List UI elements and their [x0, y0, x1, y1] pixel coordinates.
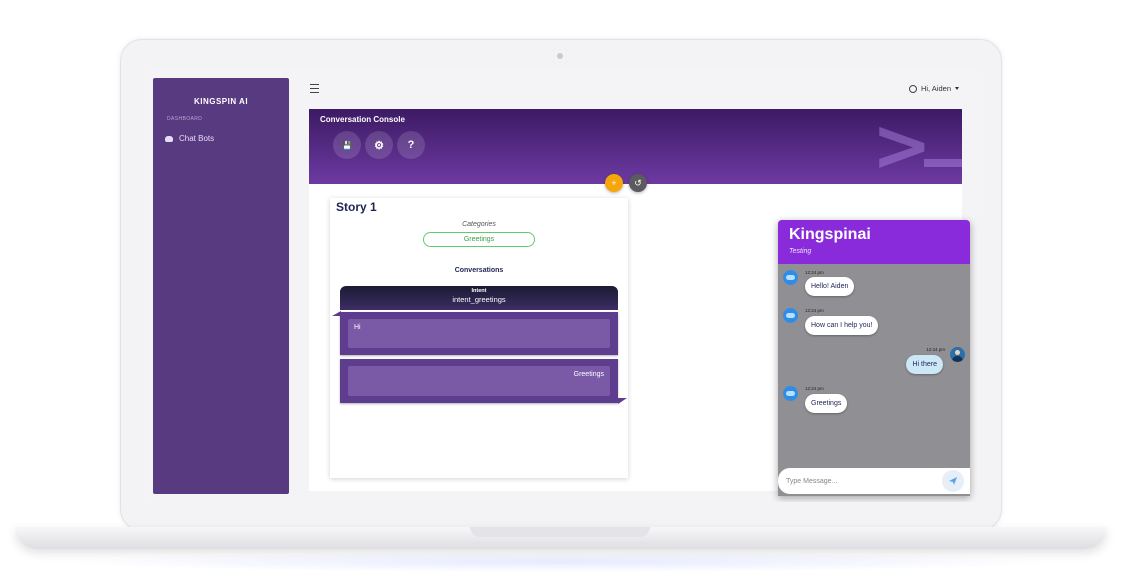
- sidebar-item-chat-bots[interactable]: Chat Bots: [165, 134, 214, 143]
- message-time: 12:24 pm: [805, 308, 824, 313]
- intent-key: Intent: [471, 288, 487, 294]
- help-icon: ?: [407, 139, 415, 151]
- chat-message: Hi there: [906, 355, 943, 374]
- add-button[interactable]: +: [605, 174, 623, 192]
- chat-message: Hello! Aiden: [805, 277, 855, 296]
- bot-message-block[interactable]: Greetings: [340, 359, 618, 403]
- bot-avatar-icon: [783, 308, 798, 323]
- user-message-block[interactable]: Hi: [340, 312, 618, 355]
- chat-input-bar: [778, 466, 970, 496]
- message-time: 12:24 pm: [805, 270, 824, 275]
- terminal-chevron-icon: >: [871, 109, 932, 184]
- user-menu[interactable]: Hi, Aiden: [908, 84, 959, 93]
- user-message-text: Hi: [354, 324, 361, 331]
- sidebar-item-label: Chat Bots: [179, 134, 215, 143]
- bubble-tail-right: [618, 398, 627, 404]
- sidebar-section-label: DASHBOARD: [167, 116, 203, 122]
- menu-toggle-icon[interactable]: [310, 84, 319, 93]
- undo-icon: ↺: [634, 177, 642, 188]
- message-time: 12:24 pm: [805, 386, 824, 391]
- bot-message-text: Greetings: [573, 371, 604, 378]
- sidebar: KINGSPIN AI DASHBOARD Chat Bots: [153, 78, 289, 494]
- bot-message-field[interactable]: Greetings: [348, 366, 610, 396]
- help-button[interactable]: ?: [397, 131, 425, 159]
- bot-avatar-icon: [783, 270, 798, 285]
- chat-widget: Kingspinai Testing 12:24 pm Hello! Aiden…: [778, 220, 970, 496]
- undo-button[interactable]: ↺: [629, 174, 647, 192]
- chat-message: How can I help you!: [805, 316, 879, 335]
- user-greeting: Hi, Aiden: [920, 84, 951, 93]
- console-header: Conversation Console 💾 ⚙ ? >: [309, 109, 962, 184]
- chat-message: Greetings: [805, 394, 848, 413]
- story-title: Story 1: [336, 200, 377, 214]
- robot-icon: [165, 135, 173, 142]
- user-avatar: [950, 347, 965, 362]
- plus-icon: +: [611, 178, 617, 188]
- save-icon: 💾: [342, 140, 352, 150]
- send-button[interactable]: [942, 470, 964, 492]
- chat-status: Testing: [789, 248, 812, 255]
- laptop-camera: [557, 53, 563, 59]
- laptop-notch: [470, 527, 650, 537]
- conversations-label: Conversations: [454, 267, 504, 274]
- user-message-field[interactable]: Hi: [348, 319, 610, 348]
- save-button[interactable]: 💾: [333, 131, 361, 159]
- chat-header: Kingspinai Testing: [778, 220, 970, 264]
- story-card: Story 1 Categories Greetings Conversatio…: [330, 198, 628, 478]
- settings-button[interactable]: ⚙: [365, 131, 393, 159]
- brand-logo: KINGSPIN AI: [193, 97, 249, 106]
- category-pill[interactable]: Greetings: [423, 232, 535, 247]
- app-screen: KINGSPIN AI DASHBOARD Chat Bots Hi, Aide…: [145, 70, 977, 502]
- terminal-underscore-icon: [924, 159, 962, 167]
- message-time: 12:24 pm: [926, 347, 945, 352]
- bot-avatar-icon: [783, 386, 798, 401]
- send-icon: [949, 477, 957, 485]
- chat-bot-name: Kingspinai: [789, 226, 871, 243]
- laptop-shadow: [60, 552, 1060, 572]
- page-title: Conversation Console: [320, 115, 405, 124]
- settings-icon: ⚙: [374, 139, 384, 152]
- categories-label: Categories: [462, 221, 496, 228]
- intent-value: intent_greetings: [452, 295, 506, 304]
- intent-bar[interactable]: Intent intent_greetings: [340, 286, 618, 310]
- chevron-down-icon: [955, 87, 959, 90]
- user-circle-icon: [908, 84, 917, 93]
